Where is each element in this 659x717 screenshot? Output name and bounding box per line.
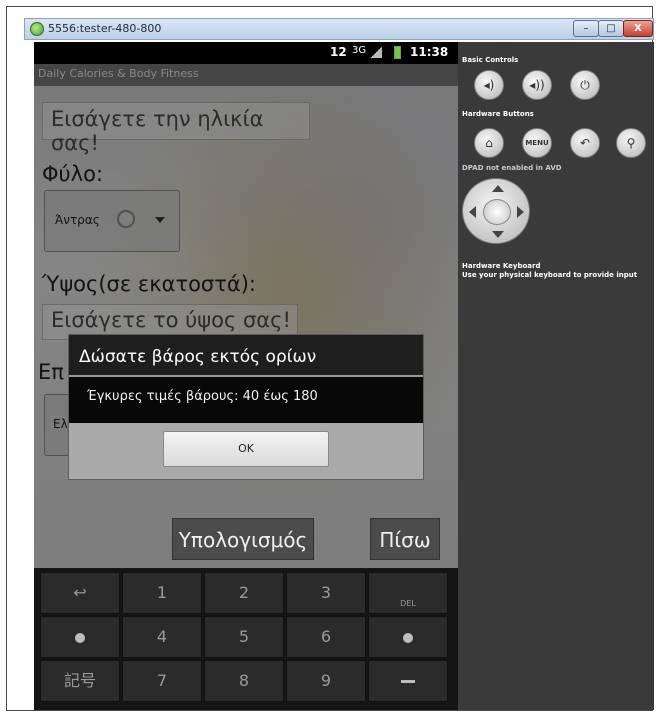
shift-icon	[75, 632, 85, 643]
delete-key[interactable]: DEL	[368, 572, 448, 614]
sim-indicator: 12	[330, 45, 347, 59]
search-icon: ⚲	[626, 136, 636, 150]
key-8[interactable]: 8	[204, 660, 284, 702]
signal-icon	[370, 47, 382, 58]
dialog-message: Έγκυρες τιμές βάρους: 40 έως 180	[87, 389, 318, 404]
battery-icon	[394, 46, 401, 59]
power-button[interactable]: ⏻	[570, 70, 600, 100]
key-4[interactable]: 4	[122, 616, 202, 658]
window-title: 5556:tester-480-800	[48, 22, 162, 35]
delete-label: DEL	[400, 599, 416, 608]
hardware-buttons-label: Hardware Buttons	[462, 110, 534, 118]
key-3[interactable]: 3	[286, 572, 366, 614]
back-button[interactable]: Πίσω	[370, 518, 440, 560]
calculate-button[interactable]: Υπολογισμός	[172, 518, 314, 560]
error-dialog: Δώσατε βάρος εκτός ορίων Έγκυρες τιμές β…	[68, 334, 424, 480]
mic-icon	[403, 632, 413, 643]
key-1[interactable]: 1	[122, 572, 202, 614]
menu-button[interactable]: MENU	[522, 128, 552, 158]
android-app-icon	[30, 22, 44, 36]
symbols-key[interactable]: 記号	[40, 660, 120, 702]
window-title-bar: 5556:tester-480-800 – □ X	[24, 18, 654, 40]
dpad[interactable]	[462, 178, 530, 244]
home-icon: ⌂	[485, 136, 493, 150]
emulator-controls-panel: Basic Controls ◂) ◂)) ⏻ Hardware Buttons…	[458, 42, 654, 710]
volume-down-icon: ◂)	[483, 78, 495, 92]
device-screen: 12 3G 11:38 Daily Calories & Body Fitnes…	[34, 42, 458, 710]
dpad-label: DPAD not enabled in AVD	[462, 164, 562, 172]
key-7[interactable]: 7	[122, 660, 202, 702]
key-9[interactable]: 9	[286, 660, 366, 702]
dpad-center[interactable]	[483, 199, 511, 225]
space-key[interactable]	[368, 660, 448, 702]
back-hw-button[interactable]: ↶	[570, 128, 600, 158]
network-indicator: 3G	[352, 45, 367, 56]
volume-up-icon: ◂))	[529, 78, 545, 92]
dpad-down-icon[interactable]	[492, 231, 504, 238]
modal-overlay	[34, 64, 458, 568]
back-icon: ↶	[579, 136, 591, 150]
key-6[interactable]: 6	[286, 616, 366, 658]
maximize-button[interactable]: □	[598, 20, 624, 37]
key-5[interactable]: 5	[204, 616, 284, 658]
power-icon: ⏻	[580, 78, 590, 92]
mic-key[interactable]	[368, 616, 448, 658]
minimize-button[interactable]: –	[573, 20, 599, 37]
dpad-up-icon[interactable]	[492, 185, 504, 192]
dialog-title: Δώσατε βάρος εκτός ορίων	[79, 347, 317, 367]
status-bar: 12 3G 11:38	[34, 42, 458, 64]
ok-button[interactable]: OK	[163, 431, 329, 467]
search-hw-button[interactable]: ⚲	[616, 128, 646, 158]
enter-key[interactable]: ↩	[40, 572, 120, 614]
soft-keyboard: ↩ 1 2 3 DEL 4 5 6 記号 7 8 9	[34, 568, 458, 710]
dpad-right-icon[interactable]	[517, 206, 524, 218]
dialog-body: Έγκυρες τιμές βάρους: 40 έως 180	[69, 377, 423, 423]
dpad-left-icon[interactable]	[469, 206, 476, 218]
status-time: 11:38	[410, 45, 449, 59]
key-2[interactable]: 2	[204, 572, 284, 614]
home-button[interactable]: ⌂	[474, 128, 504, 158]
shift-key[interactable]	[40, 616, 120, 658]
hardware-keyboard-hint: Use your physical keyboard to provide in…	[462, 271, 638, 279]
close-button[interactable]: X	[623, 20, 653, 37]
space-icon	[401, 680, 415, 683]
volume-up-button[interactable]: ◂))	[522, 70, 552, 100]
dialog-footer: OK	[69, 423, 423, 479]
hardware-keyboard-label: Hardware Keyboard	[462, 262, 541, 270]
volume-down-button[interactable]: ◂)	[474, 70, 504, 100]
emulator-window: 12 3G 11:38 Daily Calories & Body Fitnes…	[34, 42, 654, 710]
basic-controls-label: Basic Controls	[462, 56, 519, 64]
